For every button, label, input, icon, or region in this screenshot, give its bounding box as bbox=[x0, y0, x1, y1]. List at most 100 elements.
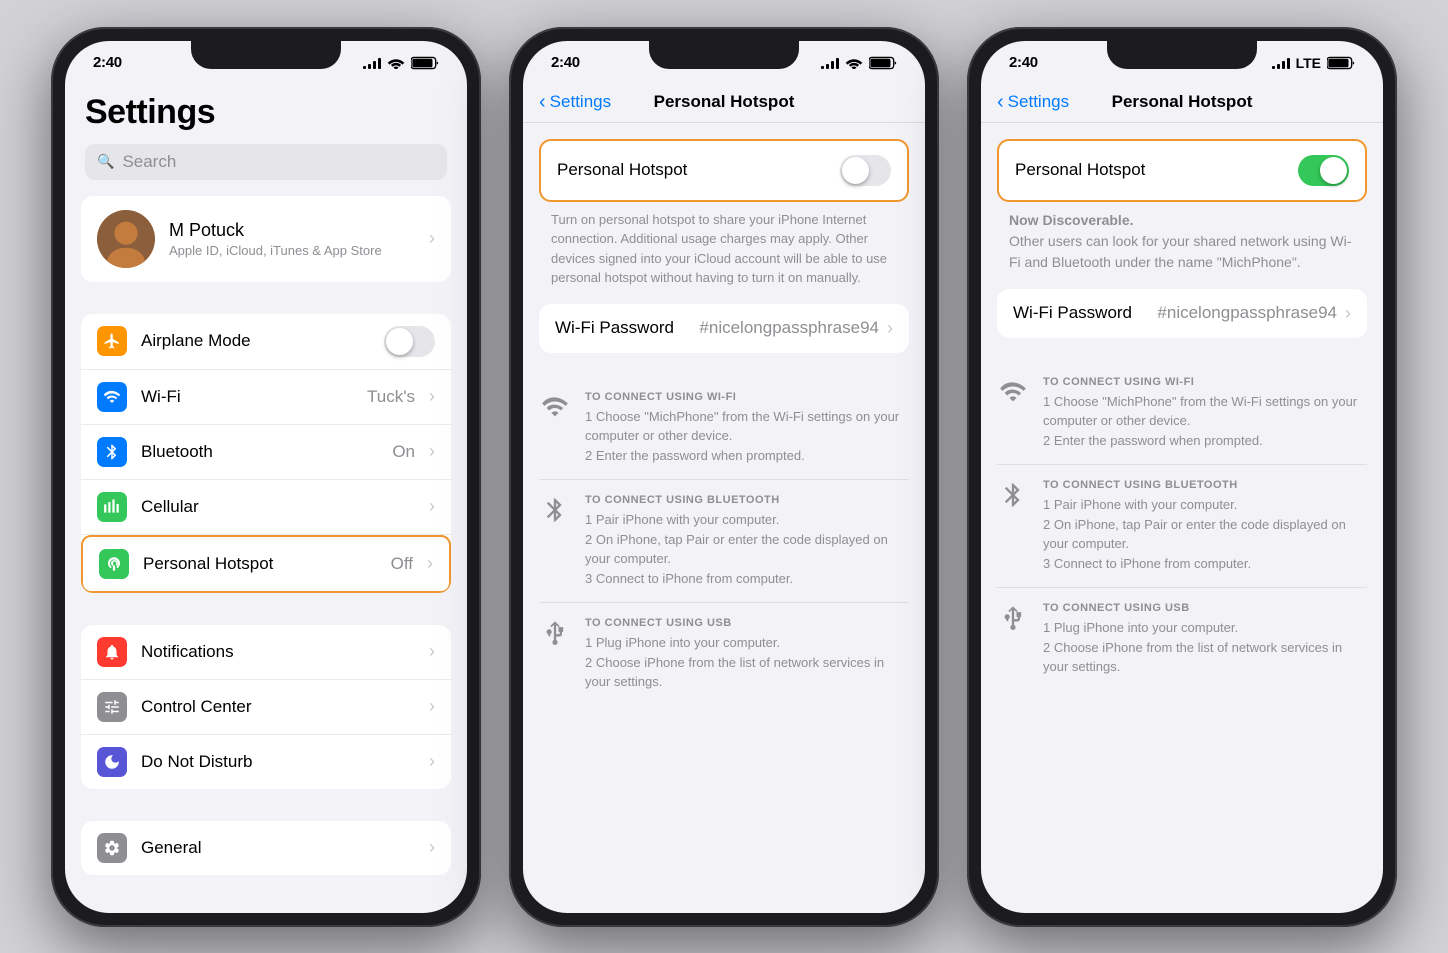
notifications-chevron: › bbox=[429, 641, 435, 662]
connect-bt-heading-2: TO CONNECT USING BLUETOOTH bbox=[585, 494, 909, 506]
connect-usb-step2-2: 2 Choose iPhone from the list of network… bbox=[585, 653, 909, 692]
wifi-password-cell-3[interactable]: Wi-Fi Password #nicelongpassphrase94 › bbox=[997, 289, 1367, 338]
cellular-label: Cellular bbox=[141, 497, 415, 517]
wifi-row-icon bbox=[97, 382, 127, 412]
nav-title-2: Personal Hotspot bbox=[619, 92, 829, 112]
control-center-chevron: › bbox=[429, 696, 435, 717]
connect-bt-icon-3 bbox=[997, 479, 1029, 573]
hotspot-toggle-switch-3[interactable] bbox=[1298, 155, 1349, 186]
notch-3 bbox=[1107, 41, 1257, 69]
connect-section-3: TO CONNECT USING WI-FI 1 Choose "MichPho… bbox=[981, 362, 1383, 691]
nav-bar-3: ‹ Settings Personal Hotspot bbox=[981, 85, 1383, 123]
hotspot-toggle-cell-2[interactable]: Personal Hotspot bbox=[539, 139, 909, 202]
wifi-password-cell-2[interactable]: Wi-Fi Password #nicelongpassphrase94 › bbox=[539, 304, 909, 353]
discoverable-desc-3: Other users can look for your shared net… bbox=[1009, 233, 1351, 270]
hotspot-toggle-label-3: Personal Hotspot bbox=[1015, 160, 1298, 180]
battery-icon-3 bbox=[1327, 56, 1355, 70]
signal-bars-1 bbox=[363, 57, 381, 69]
connect-usb-icon-3 bbox=[997, 602, 1029, 677]
profile-cell[interactable]: M Potuck Apple ID, iCloud, iTunes & App … bbox=[81, 196, 451, 282]
settings-title: Settings bbox=[65, 85, 467, 144]
wifi-row[interactable]: Wi-Fi Tuck's › bbox=[81, 370, 451, 425]
wifi-password-label-3: Wi-Fi Password bbox=[1013, 303, 1157, 323]
notifications-row[interactable]: Notifications › bbox=[81, 625, 451, 680]
hotspot-row-icon bbox=[99, 549, 129, 579]
wifi-label: Wi-Fi bbox=[141, 387, 353, 407]
nav-back-label-3: Settings bbox=[1008, 92, 1069, 112]
settings-scroll[interactable]: Settings 🔍 Search M P bbox=[65, 85, 467, 913]
hotspot-toggle-cell-3[interactable]: Personal Hotspot bbox=[997, 139, 1367, 202]
bluetooth-row-icon bbox=[97, 437, 127, 467]
status-time-2: 2:40 bbox=[551, 54, 580, 71]
cellular-row-icon bbox=[97, 492, 127, 522]
cellular-chevron: › bbox=[429, 496, 435, 517]
hotspot-desc-2: Turn on personal hotspot to share your i… bbox=[523, 202, 925, 304]
status-icons-3: LTE bbox=[1272, 55, 1355, 71]
search-placeholder: Search bbox=[122, 152, 176, 172]
general-row[interactable]: General › bbox=[81, 821, 451, 875]
cellular-row[interactable]: Cellular › bbox=[81, 480, 451, 535]
connect-wifi-icon-2 bbox=[539, 391, 571, 466]
battery-icon-2 bbox=[869, 56, 897, 70]
hotspot-scroll-2[interactable]: Personal Hotspot Turn on personal hotspo… bbox=[523, 123, 925, 913]
wifi-password-label-2: Wi-Fi Password bbox=[555, 318, 699, 338]
connect-usb-heading-3: TO CONNECT USING USB bbox=[1043, 602, 1367, 614]
connect-wifi-text-3: TO CONNECT USING WI-FI 1 Choose "MichPho… bbox=[1043, 376, 1367, 451]
discoverable-text-3: Now Discoverable. Other users can look f… bbox=[981, 202, 1383, 289]
nav-back-2[interactable]: ‹ Settings bbox=[539, 91, 619, 114]
signal-bars-3 bbox=[1272, 57, 1290, 69]
general-icon bbox=[97, 833, 127, 863]
status-icons-2 bbox=[821, 56, 897, 70]
connect-bt-step3-2: 3 Connect to iPhone from computer. bbox=[585, 569, 909, 589]
connect-wifi-heading-3: TO CONNECT USING WI-FI bbox=[1043, 376, 1367, 388]
airplane-mode-row[interactable]: Airplane Mode bbox=[81, 314, 451, 370]
connect-wifi-2: TO CONNECT USING WI-FI 1 Choose "MichPho… bbox=[539, 377, 909, 481]
profile-info: M Potuck Apple ID, iCloud, iTunes & App … bbox=[169, 219, 415, 257]
hotspot-row[interactable]: Personal Hotspot Off › bbox=[81, 535, 451, 593]
connect-usb-step1-3: 1 Plug iPhone into your computer. bbox=[1043, 618, 1367, 638]
nav-title-3: Personal Hotspot bbox=[1077, 92, 1287, 112]
lte-indicator: LTE bbox=[1296, 55, 1321, 71]
connect-bt-text-3: TO CONNECT USING BLUETOOTH 1 Pair iPhone… bbox=[1043, 479, 1367, 573]
connect-usb-icon-2 bbox=[539, 617, 571, 692]
dnd-label: Do Not Disturb bbox=[141, 752, 415, 772]
connect-wifi-step2-2: 2 Enter the password when prompted. bbox=[585, 446, 909, 466]
profile-sub: Apple ID, iCloud, iTunes & App Store bbox=[169, 243, 415, 258]
search-icon: 🔍 bbox=[97, 153, 114, 170]
connect-bt-icon-2 bbox=[539, 494, 571, 588]
nav-back-label-2: Settings bbox=[550, 92, 611, 112]
notifications-label: Notifications bbox=[141, 642, 415, 662]
connect-usb-3: TO CONNECT USING USB 1 Plug iPhone into … bbox=[997, 588, 1367, 691]
hotspot-toggle-switch-2[interactable] bbox=[840, 155, 891, 186]
hotspot-scroll-3[interactable]: Personal Hotspot Now Discoverable. Other… bbox=[981, 123, 1383, 913]
connect-section-2: TO CONNECT USING WI-FI 1 Choose "MichPho… bbox=[523, 377, 925, 706]
connect-wifi-heading-2: TO CONNECT USING WI-FI bbox=[585, 391, 909, 403]
hotspot-toggle-label-2: Personal Hotspot bbox=[557, 160, 840, 180]
airplane-toggle[interactable] bbox=[384, 326, 435, 357]
connect-usb-step1-2: 1 Plug iPhone into your computer. bbox=[585, 633, 909, 653]
wifi-password-chevron-3: › bbox=[1345, 303, 1351, 324]
settings-section-2: Notifications › Control Center › Do bbox=[81, 625, 451, 789]
dnd-row[interactable]: Do Not Disturb › bbox=[81, 735, 451, 789]
bluetooth-row[interactable]: Bluetooth On › bbox=[81, 425, 451, 480]
dnd-icon bbox=[97, 747, 127, 777]
battery-icon-1 bbox=[411, 56, 439, 70]
connect-wifi-text-2: TO CONNECT USING WI-FI 1 Choose "MichPho… bbox=[585, 391, 909, 466]
search-bar[interactable]: 🔍 Search bbox=[85, 144, 447, 180]
phone-3: 2:40 LTE ‹ Settings bbox=[967, 27, 1397, 927]
nav-back-3[interactable]: ‹ Settings bbox=[997, 91, 1077, 114]
connect-usb-text-2: TO CONNECT USING USB 1 Plug iPhone into … bbox=[585, 617, 909, 692]
profile-chevron: › bbox=[429, 228, 435, 249]
connect-wifi-3: TO CONNECT USING WI-FI 1 Choose "MichPho… bbox=[997, 362, 1367, 466]
profile-name: M Potuck bbox=[169, 219, 415, 242]
notch-1 bbox=[191, 41, 341, 69]
connect-bt-step1-2: 1 Pair iPhone with your computer. bbox=[585, 510, 909, 530]
connect-bt-step2-3: 2 On iPhone, tap Pair or enter the code … bbox=[1043, 515, 1367, 554]
connect-bt-heading-3: TO CONNECT USING BLUETOOTH bbox=[1043, 479, 1367, 491]
control-center-row[interactable]: Control Center › bbox=[81, 680, 451, 735]
nav-bar-2: ‹ Settings Personal Hotspot bbox=[523, 85, 925, 123]
connect-bt-2: TO CONNECT USING BLUETOOTH 1 Pair iPhone… bbox=[539, 480, 909, 603]
connect-bt-3: TO CONNECT USING BLUETOOTH 1 Pair iPhone… bbox=[997, 465, 1367, 588]
wifi-password-value-3: #nicelongpassphrase94 bbox=[1157, 303, 1337, 323]
airplane-label: Airplane Mode bbox=[141, 331, 370, 351]
